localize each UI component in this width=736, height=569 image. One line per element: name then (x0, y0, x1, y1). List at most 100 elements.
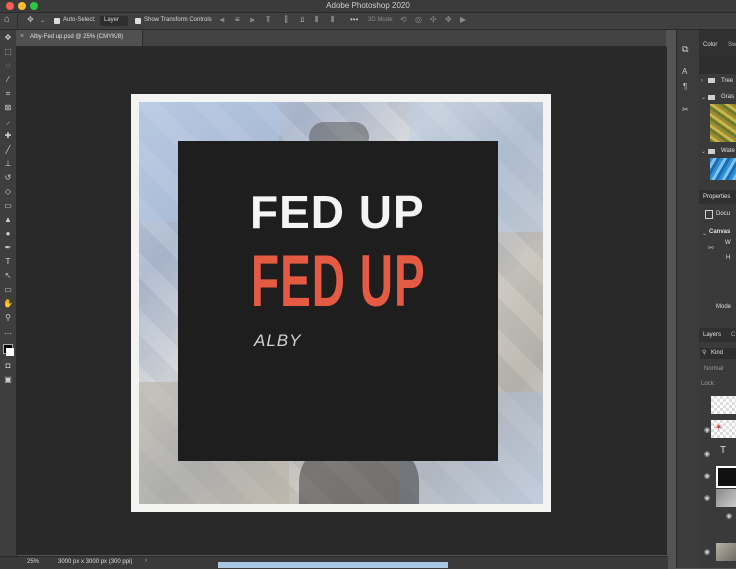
eye-icon[interactable]: ◉ (704, 548, 710, 556)
layer-thumbnail[interactable]: ✶ (711, 420, 736, 438)
layer-filter[interactable]: ⚲ Kind (700, 348, 736, 359)
info-chevron-icon[interactable]: › (145, 558, 147, 564)
background-color-swatch[interactable] (6, 348, 14, 356)
lock-label: Lock: (701, 381, 716, 387)
move-tool-icon[interactable]: ✥ (2, 32, 14, 43)
document-label: Docu (716, 211, 731, 217)
distribute-spacing-icon[interactable]: ⦀ (331, 15, 335, 25)
layer-thumbnail[interactable] (716, 489, 736, 507)
document-tab[interactable]: × Alby-Fed up.psd @ 25% (CMYK/8) (16, 30, 143, 46)
chevron-down-icon[interactable]: ⌄ (701, 94, 706, 101)
3d-roll-icon[interactable]: ◎ (415, 15, 422, 24)
more-options-icon[interactable]: ••• (350, 15, 358, 24)
type-tool-icon[interactable]: T (2, 256, 14, 267)
shape-tool-icon[interactable]: ▭ (2, 284, 14, 295)
properties-title[interactable]: Properties (703, 194, 730, 200)
dodge-tool-icon[interactable]: ● (2, 228, 14, 239)
quick-mask-icon[interactable]: ◘ (2, 360, 14, 371)
distribute-icon[interactable]: ⦀ (315, 15, 319, 25)
tools-preset-icon[interactable]: ✂ (682, 105, 689, 114)
align-left-icon[interactable]: ⫷ (220, 15, 225, 25)
eye-icon[interactable]: ◉ (704, 426, 710, 434)
align-bottom-icon[interactable]: ⫫ (300, 15, 305, 25)
layer-thumbnail[interactable] (716, 466, 736, 488)
eye-icon[interactable]: ◉ (704, 494, 710, 502)
lasso-tool-icon[interactable]: ◌ (2, 60, 14, 71)
eye-icon[interactable]: ◉ (704, 450, 710, 458)
history-panel-icon[interactable]: ⧉ (682, 44, 688, 55)
quick-select-icon[interactable]: ⁄ (2, 74, 14, 85)
auto-select-checkbox[interactable] (54, 18, 60, 24)
eye-icon[interactable]: ◉ (726, 512, 732, 520)
gradient-tool-icon[interactable]: ▭ (2, 200, 14, 211)
brush-tool-icon[interactable]: ╱ (2, 144, 14, 155)
canvas-height-label: H (726, 255, 731, 261)
chevron-down-icon[interactable]: ⌄ (702, 230, 707, 237)
3d-drag-icon[interactable]: ✣ (430, 15, 437, 24)
zoom-level[interactable]: 25% (27, 559, 39, 565)
link-icon[interactable]: ⚯ (708, 244, 714, 252)
tab-color[interactable]: Color (703, 42, 717, 48)
document-canvas[interactable]: FED UP FED UP ALBY (131, 94, 551, 512)
water-swatch-thumbnail[interactable] (710, 158, 736, 180)
crop-tool-icon[interactable]: ⌗ (2, 88, 14, 99)
zoom-tool-icon[interactable]: ⚲ (2, 312, 14, 323)
cover-author: ALBY (254, 331, 302, 350)
eye-icon[interactable]: ◉ (704, 472, 710, 480)
blur-tool-icon[interactable]: ▲ (2, 214, 14, 225)
title-bar: Adobe Photoshop 2020 (0, 0, 736, 13)
align-middle-icon[interactable]: ⫿ (285, 15, 288, 25)
show-transform-label: Show Transform Controls (144, 17, 212, 23)
move-tool-icon[interactable]: ✥ (27, 15, 34, 24)
paragraph-panel-icon[interactable]: ¶ (683, 82, 687, 91)
more-tools-icon[interactable]: ⋯ (2, 328, 14, 339)
folder-icon (708, 149, 715, 154)
tab-swatches[interactable]: Sw (728, 42, 736, 48)
stamp-tool-icon[interactable]: ⊥ (2, 158, 14, 169)
chevron-right-icon[interactable]: › (701, 78, 703, 84)
character-panel-icon[interactable]: A (682, 67, 687, 76)
cover-title-shadow: FED UP (251, 238, 426, 322)
3d-mode-label: 3D Mode: (368, 17, 395, 23)
home-icon[interactable]: ⌂ (4, 14, 10, 25)
chevron-down-icon[interactable]: ⌄ (40, 17, 45, 24)
tab-channels[interactable]: C (731, 332, 735, 338)
show-transform-checkbox[interactable] (135, 18, 141, 24)
align-center-icon[interactable]: ≡ (235, 15, 240, 24)
align-right-icon[interactable]: ⫸ (250, 15, 255, 25)
layer-thumbnail[interactable] (716, 543, 736, 561)
text-layer-icon[interactable]: T (720, 445, 726, 456)
blend-mode-select[interactable]: Normal (704, 366, 723, 372)
eyedropper-icon[interactable]: ⸝ (2, 116, 14, 127)
healing-brush-icon[interactable]: ✚ (2, 130, 14, 141)
grass-swatch-thumbnail[interactable] (710, 104, 736, 142)
pen-tool-icon[interactable]: ✒ (2, 242, 14, 253)
3d-scale-icon[interactable]: ▶ (460, 15, 466, 24)
auto-select-dropdown[interactable]: Layer (100, 16, 128, 26)
3d-rotate-icon[interactable]: ⟲ (400, 15, 407, 24)
color-swatches-header: Color Sw (699, 30, 736, 56)
layer-filter-kind: Kind (711, 350, 724, 356)
path-select-icon[interactable]: ↖ (2, 270, 14, 281)
marquee-tool-icon[interactable]: ⬚ (2, 46, 14, 57)
dock-strip (218, 562, 448, 568)
3d-slide-icon[interactable]: ✥ (445, 15, 452, 24)
cover-title: FED UP (250, 186, 425, 238)
align-top-icon[interactable]: ⫪ (266, 15, 271, 25)
eraser-tool-icon[interactable]: ◇ (2, 186, 14, 197)
canvas-section-label[interactable]: Canvas (709, 229, 730, 235)
swatch-group-grass[interactable]: Gras (721, 94, 734, 100)
layer-thumbnail[interactable] (711, 396, 736, 414)
close-tab-icon[interactable]: × (20, 33, 24, 40)
frame-tool-icon[interactable]: ⊠ (2, 102, 14, 113)
swatch-group-trees[interactable]: Tree (721, 78, 733, 84)
swatches-search[interactable] (699, 56, 736, 74)
document-info: 3000 px x 3000 px (300 ppi) (58, 559, 133, 565)
screen-mode-icon[interactable]: ▣ (2, 374, 14, 385)
swatch-group-water[interactable]: Wate (721, 148, 735, 154)
history-brush-icon[interactable]: ↺ (2, 172, 14, 183)
chevron-down-icon[interactable]: ⌄ (701, 148, 706, 155)
canvas-width-label: W (725, 240, 731, 246)
hand-tool-icon[interactable]: ✋ (2, 298, 14, 309)
tab-layers[interactable]: Layers (703, 332, 721, 338)
